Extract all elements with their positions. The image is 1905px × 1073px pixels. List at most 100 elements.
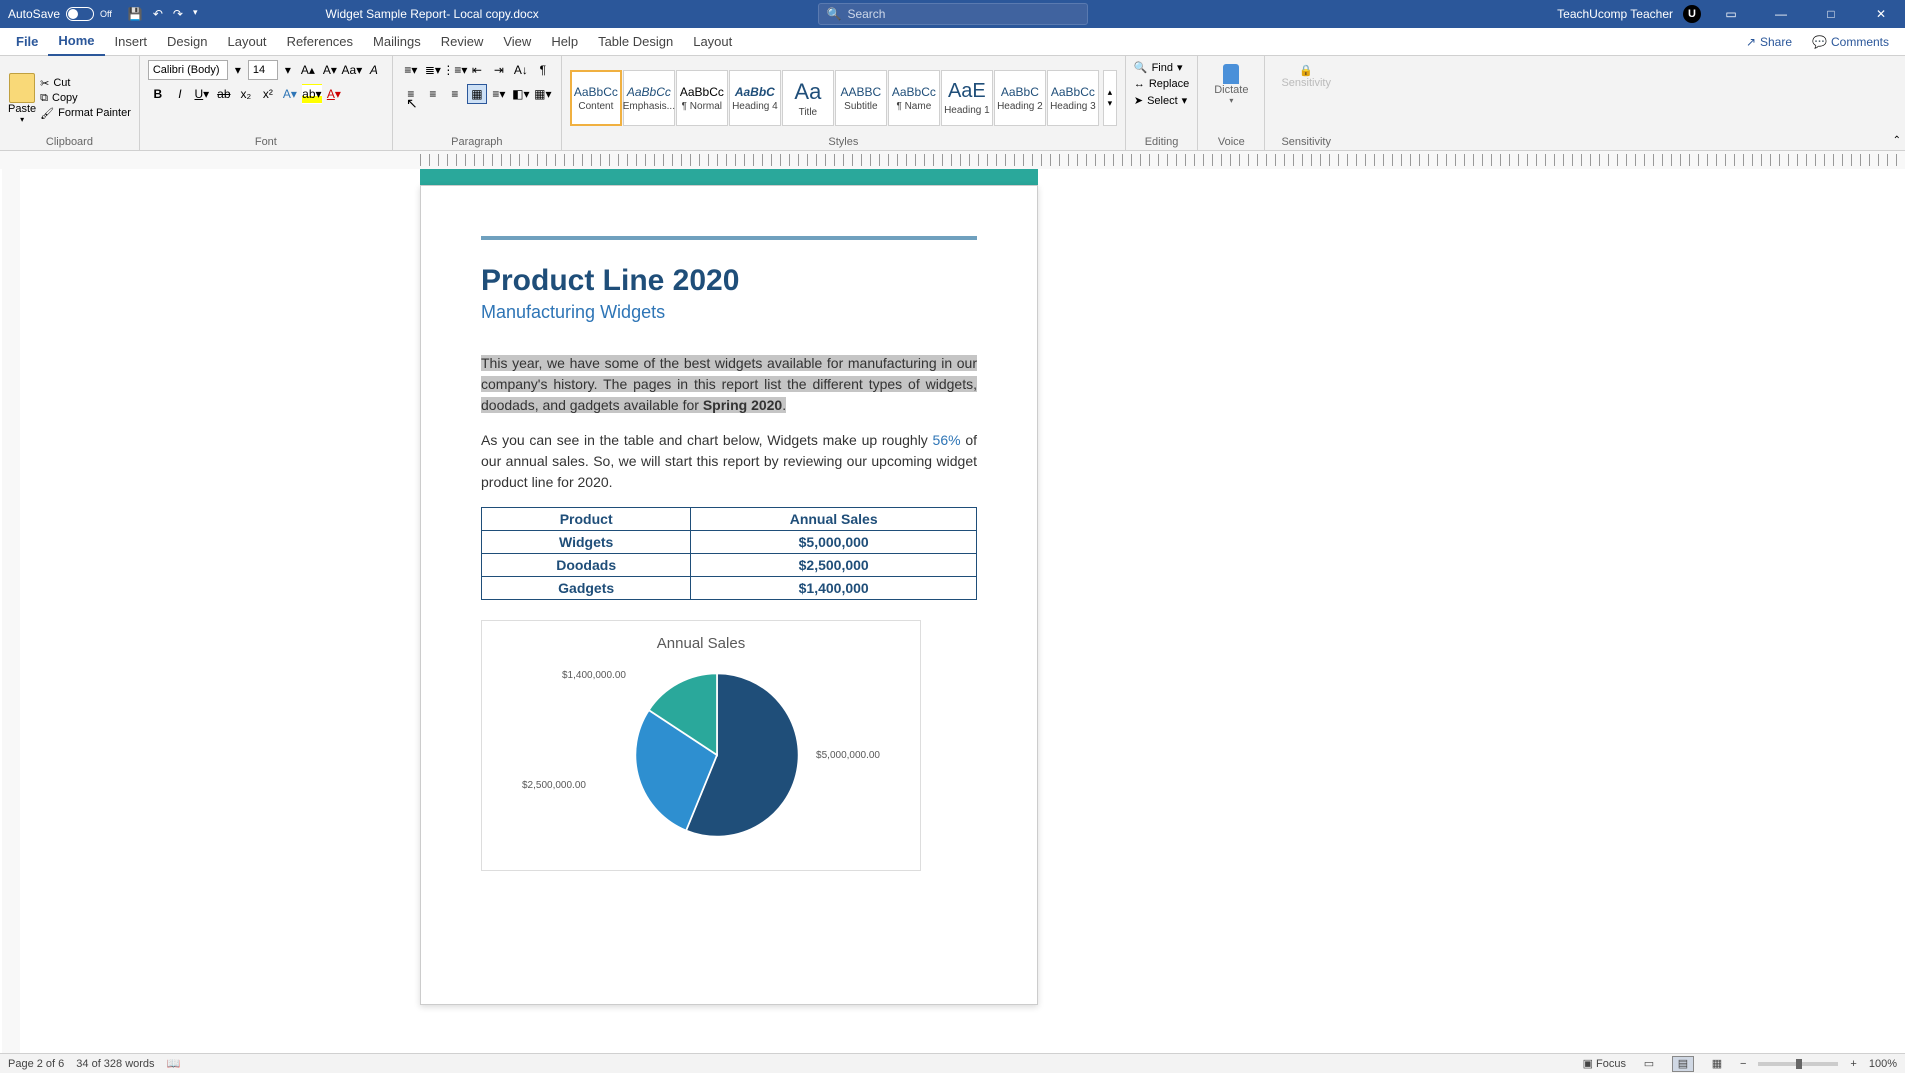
share-button[interactable]: ↗Share <box>1736 35 1802 49</box>
underline-button[interactable]: U▾ <box>192 84 212 104</box>
clear-format-button[interactable]: A <box>364 60 384 80</box>
inc-indent-button[interactable]: ⇥ <box>489 60 509 80</box>
zoom-out-button[interactable]: − <box>1740 1058 1746 1070</box>
borders-button[interactable]: ▦▾ <box>533 84 553 104</box>
tab-references[interactable]: References <box>277 28 363 56</box>
tab-review[interactable]: Review <box>431 28 494 56</box>
paragraph-1[interactable]: This year, we have some of the best widg… <box>481 353 977 416</box>
style-content[interactable]: AaBbCcContent <box>570 70 622 126</box>
horizontal-ruler[interactable] <box>0 151 1905 169</box>
word-count[interactable]: 34 of 328 words <box>76 1058 154 1070</box>
document-area[interactable]: Product Line 2020 Manufacturing Widgets … <box>0 169 1905 1053</box>
font-size-select[interactable]: 14 <box>248 60 278 80</box>
style-title[interactable]: AaTitle <box>782 70 834 126</box>
zoom-slider[interactable] <box>1758 1062 1838 1066</box>
numbering-button[interactable]: ≣▾ <box>423 60 443 80</box>
close-icon[interactable]: ✕ <box>1861 0 1901 28</box>
autosave-toggle[interactable]: AutoSave Off <box>0 7 120 21</box>
tab-layout[interactable]: Layout <box>218 28 277 56</box>
focus-mode-button[interactable]: ▣ Focus <box>1583 1057 1626 1070</box>
highlight-button[interactable]: ab▾ <box>302 84 322 104</box>
text-effects-button[interactable]: A▾ <box>280 84 300 104</box>
tab-view[interactable]: View <box>493 28 541 56</box>
print-layout-button[interactable]: ▤ <box>1672 1056 1694 1072</box>
save-icon[interactable]: 💾 <box>128 7 143 21</box>
dec-indent-button[interactable]: ⇤ <box>467 60 487 80</box>
sort-button[interactable]: A↓ <box>511 60 531 80</box>
style-heading3[interactable]: AaBbCcHeading 3 <box>1047 70 1099 126</box>
vertical-ruler[interactable] <box>2 169 20 1053</box>
ribbon-options-icon[interactable]: ▭ <box>1711 0 1751 28</box>
format-painter-button[interactable]: 🖌Format Painter <box>40 107 131 120</box>
subscript-button[interactable]: x₂ <box>236 84 256 104</box>
page-indicator[interactable]: Page 2 of 6 <box>8 1058 64 1070</box>
copy-button[interactable]: ⧉Copy <box>40 92 131 105</box>
style-heading4[interactable]: AaBbCHeading 4 <box>729 70 781 126</box>
styles-more-button[interactable]: ▴▾ <box>1103 70 1117 126</box>
cut-button[interactable]: ✂Cut <box>40 77 131 90</box>
table-header[interactable]: Product <box>482 508 691 531</box>
heading-2[interactable]: Manufacturing Widgets <box>481 302 977 323</box>
user-name[interactable]: TeachUcomp Teacher <box>1557 7 1673 21</box>
tab-table-layout[interactable]: Layout <box>683 28 742 56</box>
page[interactable]: Product Line 2020 Manufacturing Widgets … <box>420 185 1038 1005</box>
dictate-button[interactable]: Dictate ▾ <box>1206 60 1256 109</box>
paragraph-2[interactable]: As you can see in the table and chart be… <box>481 430 977 493</box>
chevron-down-icon[interactable]: ▾ <box>230 60 246 80</box>
italic-button[interactable]: I <box>170 84 190 104</box>
spellcheck-icon[interactable]: 📖 <box>167 1057 181 1070</box>
superscript-button[interactable]: x² <box>258 84 278 104</box>
align-left-button[interactable]: ≡ <box>401 84 421 104</box>
maximize-icon[interactable]: □ <box>1811 0 1851 28</box>
chevron-down-icon[interactable]: ▾ <box>280 60 296 80</box>
show-marks-button[interactable]: ¶ <box>533 60 553 80</box>
tab-mailings[interactable]: Mailings <box>363 28 431 56</box>
style-emphasis[interactable]: AaBbCcEmphasis... <box>623 70 675 126</box>
chart[interactable]: Annual Sales $5,000,000.00 $2,500,000.00… <box>481 620 921 871</box>
style-normal[interactable]: AaBbCc¶ Normal <box>676 70 728 126</box>
font-name-select[interactable]: Calibri (Body) <box>148 60 228 80</box>
tab-design[interactable]: Design <box>157 28 217 56</box>
style-heading1[interactable]: AaEHeading 1 <box>941 70 993 126</box>
bold-button[interactable]: B <box>148 84 168 104</box>
minimize-icon[interactable]: — <box>1761 0 1801 28</box>
style-subtitle[interactable]: AABBCSubtitle <box>835 70 887 126</box>
tab-home[interactable]: Home <box>48 28 104 56</box>
tab-file[interactable]: File <box>6 28 48 56</box>
strike-button[interactable]: ab <box>214 84 234 104</box>
web-layout-button[interactable]: ▦ <box>1706 1056 1728 1072</box>
tab-help[interactable]: Help <box>541 28 588 56</box>
select-button[interactable]: ➤Select ▾ <box>1134 93 1187 108</box>
shading-button[interactable]: ◧▾ <box>511 84 531 104</box>
tab-insert[interactable]: Insert <box>105 28 158 56</box>
change-case-button[interactable]: Aa▾ <box>342 60 362 80</box>
style-name[interactable]: AaBbCc¶ Name <box>888 70 940 126</box>
bullets-button[interactable]: ≡▾ <box>401 60 421 80</box>
justify-button[interactable]: ▦ <box>467 84 487 104</box>
zoom-level[interactable]: 100% <box>1869 1058 1897 1070</box>
search-box[interactable]: 🔍 <box>818 3 1088 25</box>
collapse-ribbon-icon[interactable]: ⌃ <box>1893 135 1901 146</box>
zoom-in-button[interactable]: + <box>1850 1058 1856 1070</box>
replace-button[interactable]: ↔Replace <box>1134 77 1189 91</box>
sales-table[interactable]: ProductAnnual Sales Widgets$5,000,000 Do… <box>481 507 977 600</box>
user-avatar[interactable]: U <box>1683 5 1701 23</box>
style-heading2[interactable]: AaBbCHeading 2 <box>994 70 1046 126</box>
table-header[interactable]: Annual Sales <box>691 508 977 531</box>
align-right-button[interactable]: ≡ <box>445 84 465 104</box>
font-color-button[interactable]: A▾ <box>324 84 344 104</box>
find-button[interactable]: 🔍Find ▾ <box>1134 60 1183 75</box>
search-input[interactable] <box>847 7 1078 21</box>
read-mode-button[interactable]: ▭ <box>1638 1056 1660 1072</box>
line-spacing-button[interactable]: ≡▾ <box>489 84 509 104</box>
align-center-button[interactable]: ≡ <box>423 84 443 104</box>
shrink-font-button[interactable]: A▾ <box>320 60 340 80</box>
undo-icon[interactable]: ↶ <box>153 7 163 21</box>
tab-table-design[interactable]: Table Design <box>588 28 683 56</box>
comments-button[interactable]: 💬Comments <box>1802 35 1899 49</box>
paste-button[interactable]: Paste ▾ <box>8 73 36 124</box>
customize-qat-icon[interactable]: ▾ <box>193 7 198 21</box>
hyperlink[interactable]: 56% <box>933 432 961 448</box>
multilevel-button[interactable]: ⋮≡▾ <box>445 60 465 80</box>
toggle-icon[interactable] <box>66 7 94 21</box>
